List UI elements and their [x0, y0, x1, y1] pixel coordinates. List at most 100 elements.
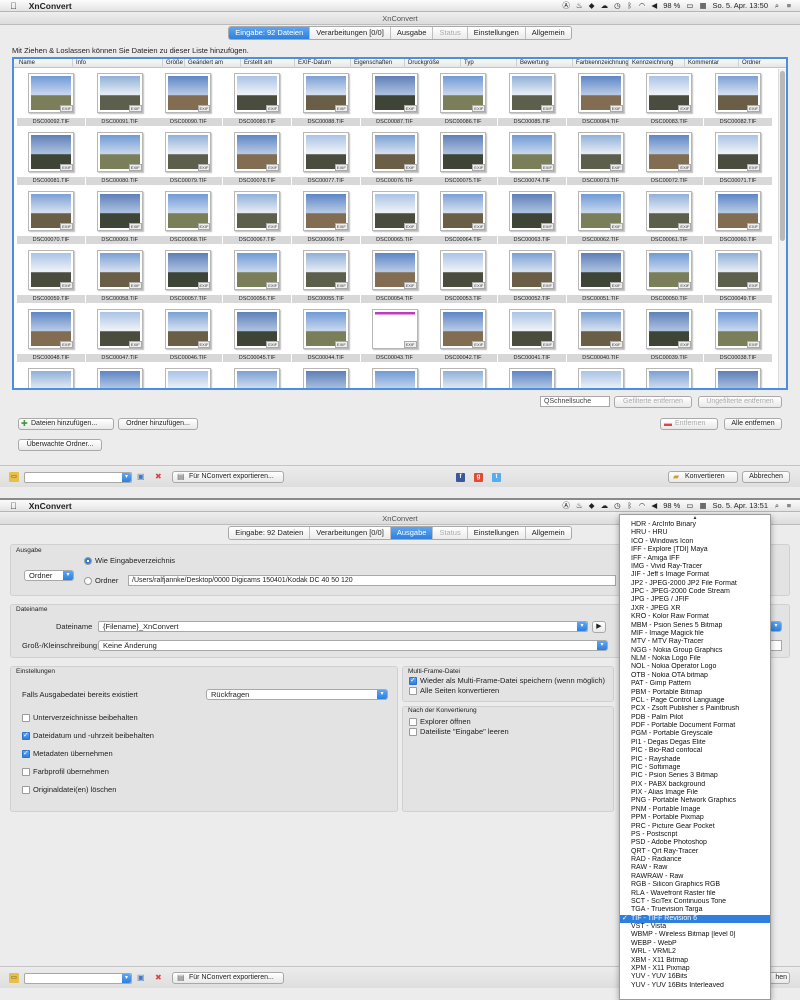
add-files-button[interactable]: ✚ Dateien hinzufügen...	[18, 418, 114, 430]
scrollbar-knob[interactable]	[780, 71, 785, 241]
exists-select[interactable]: Rückfragen ▾	[206, 689, 388, 700]
time-machine-icon[interactable]: ◷	[614, 1, 621, 10]
format-option[interactable]: PCL - Page Control Language	[620, 697, 770, 705]
format-option[interactable]: RAW - Raw	[620, 864, 770, 872]
format-option[interactable]: XBM - X11 Bitmap	[620, 957, 770, 965]
evernote-icon[interactable]: ♨	[576, 501, 583, 510]
thumbnail-item[interactable]: EXIF DSC00081.TIF	[17, 128, 85, 187]
thumbnail-item[interactable]	[86, 364, 154, 388]
app-menu[interactable]: XnConvert	[29, 501, 72, 511]
format-option[interactable]: ICO - Windows Icon	[620, 538, 770, 546]
cancel-button[interactable]: Abbrechen	[742, 471, 790, 483]
format-option[interactable]: PSD - Adobe Photoshop	[620, 839, 770, 847]
tab-1[interactable]: Verarbeitungen [0/0]	[310, 27, 391, 39]
keyboard-flag-icon[interactable]: ▦	[699, 1, 706, 10]
bluetooth-icon[interactable]: ᛒ	[627, 1, 633, 10]
app-menu[interactable]: XnConvert	[29, 1, 72, 11]
save-icon[interactable]: ▣	[137, 973, 145, 983]
thumbnail-item[interactable]: EXIF DSC00058.TIF	[85, 246, 154, 305]
thumbnail-item[interactable]: EXIF DSC00060.TIF	[704, 187, 772, 246]
column-header[interactable]: Erstellt am	[240, 59, 272, 68]
format-option[interactable]: PBM - Portable Bitmap	[620, 689, 770, 697]
format-option[interactable]: MTV - MTV Ray-Tracer	[620, 638, 770, 646]
thumbnail-item[interactable]	[154, 364, 222, 388]
format-option[interactable]: RLA - Wavefront Raster file	[620, 890, 770, 898]
thumbnail-item[interactable]: EXIF DSC00073.TIF	[566, 128, 635, 187]
format-option[interactable]: PIC - Rayshade	[620, 756, 770, 764]
format-option[interactable]: QRT - Qrt Ray-Tracer	[620, 848, 770, 856]
column-header[interactable]: Kommentar	[684, 59, 719, 68]
volume-icon[interactable]: ◀	[651, 501, 657, 510]
format-option[interactable]: PCX - Zsoft Publisher s Paintbrush	[620, 705, 770, 713]
notification-center-icon[interactable]: ≡	[786, 501, 792, 510]
thumbnail-item[interactable]: EXIF DSC00063.TIF	[497, 187, 566, 246]
format-option[interactable]: PIX - Alias Image File	[620, 789, 770, 797]
thumbnail-item[interactable]: EXIF DSC00071.TIF	[704, 128, 772, 187]
filename-input[interactable]: {Filename}_XnConvert ▾	[98, 621, 588, 632]
column-header[interactable]: Name	[16, 59, 35, 68]
thumbnail-item[interactable]: EXIF DSC00077.TIF	[291, 128, 360, 187]
clock[interactable]: So. 5. Apr. 13:50	[713, 1, 768, 10]
remove-unfiltered-button[interactable]: Ungefilterte entfernen	[698, 396, 782, 408]
format-option[interactable]: PNM - Portable Image	[620, 806, 770, 814]
format-option[interactable]: IFF - Explore [TDI] Maya	[620, 546, 770, 554]
column-header[interactable]: Geändert am	[184, 59, 223, 68]
thumbnail-item[interactable]: EXIF DSC00080.TIF	[85, 128, 154, 187]
tab-1[interactable]: Verarbeitungen [0/0]	[310, 527, 391, 539]
tab-2[interactable]: Ausgabe	[390, 527, 434, 539]
thumbnail-item[interactable]: EXIF DSC00046.TIF	[154, 305, 223, 364]
format-option[interactable]: OTB - Nokia OTA bitmap	[620, 672, 770, 680]
format-option[interactable]: MBM - Psion Series 5 Bitmap	[620, 622, 770, 630]
thumbnail-item[interactable]	[361, 364, 429, 388]
thumbnail-item[interactable]: EXIF DSC00066.TIF	[291, 187, 360, 246]
thumbnail-item[interactable]	[223, 364, 291, 388]
format-option[interactable]: PGM - Portable Greyscale	[620, 730, 770, 738]
format-option[interactable]: ✓ TIF - TIFF Revision 6	[620, 914, 770, 923]
evernote-icon[interactable]: ♨	[576, 1, 583, 10]
tab-3[interactable]: Status	[433, 527, 468, 539]
thumbnail-item[interactable]: EXIF DSC00057.TIF	[154, 246, 223, 305]
thumbnail-item[interactable]: EXIF DSC00090.TIF	[154, 69, 223, 128]
format-option[interactable]: YUV - YUV 16Bits Interleaved	[620, 982, 770, 990]
wifi-icon[interactable]: ◠	[639, 501, 646, 510]
format-option[interactable]: KRO - Kolor Raw Format	[620, 613, 770, 621]
format-option[interactable]: RAWRAW - Raw	[620, 873, 770, 881]
format-option[interactable]: PS - Postscript	[620, 831, 770, 839]
preset-combo[interactable]: ▾	[24, 472, 132, 483]
column-header[interactable]: Eigenschaften	[350, 59, 392, 68]
case-select[interactable]: Keine Änderung ▾	[98, 640, 608, 651]
thumbnail-item[interactable]: EXIF DSC00086.TIF	[429, 69, 498, 128]
watched-folders-button[interactable]: Überwachte Ordner...	[18, 439, 102, 451]
column-header[interactable]: Kennzeichnung	[628, 59, 673, 68]
thumbnail-item[interactable]: EXIF DSC00087.TIF	[360, 69, 429, 128]
format-option[interactable]: WEBP - WebP	[620, 940, 770, 948]
extension-select[interactable]: ▾	[770, 621, 782, 632]
checkbox[interactable]	[409, 728, 417, 736]
folder-icon[interactable]: ▭	[9, 973, 19, 983]
thumbnail-item[interactable]: EXIF DSC00043.TIF	[360, 305, 429, 364]
format-option[interactable]: NGG - Nokia Group Graphics	[620, 647, 770, 655]
thumbnail-item[interactable]	[292, 364, 360, 388]
thumbnail-item[interactable]: EXIF DSC00091.TIF	[85, 69, 154, 128]
checkbox[interactable]	[22, 714, 30, 722]
wifi-icon[interactable]: ◠	[639, 1, 646, 10]
format-option[interactable]: NLM - Nokia Logo File	[620, 655, 770, 663]
spotlight-search-icon[interactable]: ⌕	[774, 501, 780, 511]
volume-icon[interactable]: ◀	[651, 1, 657, 10]
thumbnail-item[interactable]: EXIF DSC00074.TIF	[497, 128, 566, 187]
export-nconvert-button[interactable]: ▤ Für NConvert exportieren...	[172, 972, 284, 984]
checkbox[interactable]	[409, 676, 417, 685]
thumbnail-item[interactable]: EXIF DSC00064.TIF	[429, 187, 498, 246]
thumbnail-item[interactable]: EXIF DSC00055.TIF	[291, 246, 360, 305]
quicksearch-input[interactable]: QSchnellsuche	[540, 396, 610, 407]
remove-button[interactable]: ▬ Entfernen	[660, 418, 718, 430]
thumbnail-item[interactable]: EXIF DSC00044.TIF	[291, 305, 360, 364]
column-header[interactable]: Ordner	[738, 59, 761, 68]
format-option[interactable]: JIF - Jeff s Image Format	[620, 571, 770, 579]
thumbnail-item[interactable]: EXIF DSC00048.TIF	[17, 305, 85, 364]
format-option[interactable]: HRU - HRU	[620, 529, 770, 537]
thumbnail-item[interactable]: EXIF DSC00072.TIF	[635, 128, 704, 187]
apple-icon[interactable]: 	[10, 501, 17, 511]
column-header[interactable]: EXIF-Datum	[294, 59, 331, 68]
format-option[interactable]: JPG - JPEG / JFIF	[620, 596, 770, 604]
